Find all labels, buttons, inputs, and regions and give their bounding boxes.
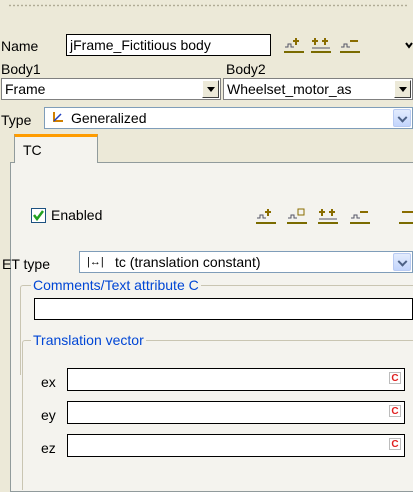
ey-label: ey	[41, 407, 56, 423]
ez-input[interactable]: C	[67, 434, 405, 457]
chevron-down-icon[interactable]	[393, 253, 411, 271]
insert-element-icon[interactable]	[286, 207, 308, 225]
add-element-icon[interactable]	[255, 207, 277, 225]
et-type-label: ET type	[2, 256, 50, 272]
body2-value: Wheelset_motor_as	[227, 81, 352, 97]
add-element-icon[interactable]	[283, 36, 305, 54]
body1-select[interactable]: Frame	[1, 78, 221, 100]
checkmark-icon	[33, 210, 44, 222]
chevron-down-icon[interactable]	[202, 80, 219, 98]
chevron-down-icon[interactable]	[393, 109, 411, 127]
et-type-select[interactable]: |↔| tc (translation constant)	[79, 251, 413, 273]
chevron-down-icon[interactable]	[394, 80, 411, 98]
ey-input[interactable]: C	[67, 401, 405, 424]
toolbar-overflow-icon[interactable]	[405, 40, 413, 52]
enabled-label: Enabled	[51, 207, 103, 223]
translation-constant-icon: |↔|	[87, 256, 104, 268]
type-label: Type	[1, 112, 32, 128]
remove-element-icon[interactable]	[339, 36, 361, 54]
name-input[interactable]: jFrame_Fictitious body	[66, 34, 271, 56]
body2-label: Body2	[226, 61, 266, 77]
comments-input[interactable]	[34, 298, 413, 320]
remove-element-icon[interactable]	[349, 207, 371, 225]
type-value: Generalized	[71, 110, 147, 126]
joint-type-icon	[53, 112, 63, 122]
comments-label: Comments/Text attribute C	[31, 277, 201, 293]
ez-label: ez	[41, 440, 56, 456]
ey-constant-button[interactable]: C	[389, 405, 401, 417]
body2-select[interactable]: Wheelset_motor_as	[223, 78, 413, 100]
ex-input[interactable]: C	[67, 368, 405, 391]
type-select[interactable]: Generalized	[44, 107, 413, 129]
tab-tc[interactable]: TC	[14, 134, 98, 163]
body1-label: Body1	[1, 61, 41, 77]
toolbar-more-icon[interactable]	[398, 207, 413, 225]
ez-constant-button[interactable]: C	[389, 438, 401, 450]
translation-vector-label: Translation vector	[31, 332, 146, 348]
ex-label: ex	[41, 374, 56, 390]
name-label: Name	[1, 38, 39, 54]
toolbar-grip	[8, 4, 408, 7]
body1-value: Frame	[5, 81, 46, 97]
enabled-checkbox[interactable]	[31, 208, 46, 223]
tab-tc-label: TC	[23, 142, 42, 158]
add-multiple-icon[interactable]	[317, 207, 339, 225]
et-type-value: tc (translation constant)	[115, 254, 261, 270]
add-multiple-icon[interactable]	[310, 36, 332, 54]
ex-constant-button[interactable]: C	[389, 372, 401, 384]
